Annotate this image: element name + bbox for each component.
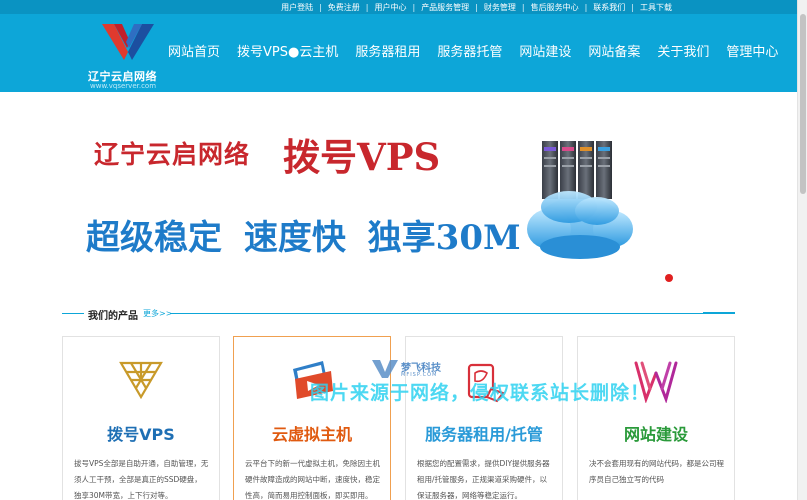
nav-item[interactable]: 网站首页 [168,41,220,60]
main-nav: 网站首页 拨号VPS●云主机 服务器租用 服务器托管 网站建设 网站备案 关于我们 管理中心 [168,41,795,60]
top-link[interactable]: 产品服务管理 [421,2,469,13]
nav-item[interactable]: 网站建设 [519,41,571,60]
product-card-vps[interactable]: 拨号VPS 拔号VPS全部是自助开通，自助管理，无须人工干预，全部是真正的SSD… [62,336,220,500]
card-title: 云虚拟主机 [271,425,352,444]
top-utility-bar: 用户登陆 | 免费注册 | 用户中心 | 产品服务管理 | 财务管理 | 售后服务中心 | 联系我们 | 工… [0,0,797,14]
banner-company: 辽宁云启网络 [94,140,251,169]
page: 用户登陆 | 免费注册 | 用户中心 | 产品服务管理 | 财务管理 | 售后服务中心 | 联系我们 | 工… [0,0,807,500]
nav-item[interactable]: 管理中心 [726,41,778,60]
top-link[interactable]: 用户中心 [374,2,406,13]
top-link-separator: | [412,2,416,12]
products-title: 我们的产品 [88,311,138,322]
card-description: 决不会套用现有的网站代码，都是公司程序员自己独立写的代码 [589,459,724,484]
product-card-cloud-host[interactable]: 云虚拟主机 云平台下的新一代虚拟主机，免除因主机硬件故障造成的网站中断，速度快，… [233,336,391,500]
page-scrollbar[interactable] [797,0,807,500]
scrollbar-thumb[interactable] [800,14,806,194]
heading-line-accent [703,312,735,314]
product-card-website[interactable]: 网站建设 决不会套用现有的网站代码，都是公司程序员自己独立写的代码 [577,336,735,500]
top-link[interactable]: 工具下载 [640,2,672,13]
carousel-indicator[interactable] [665,274,673,282]
top-links: 用户登陆 | 免费注册 | 用户中心 | 产品服务管理 | 财务管理 | 售后服务中心 | 联系我们 | 工… [281,0,672,14]
triangle-pyramid-icon [119,361,163,399]
watermark-logo-icon [372,360,398,378]
card-title: 拨号VPS [107,425,175,444]
card-title: 服务器租用/托管 [425,425,543,444]
card-description: 拔号VPS全部是自助开通，自助管理，无须人工干预，全部是真正的SSD硬盘，独享3… [74,459,209,500]
heading-line-right [170,313,735,314]
top-link-separator: | [319,2,322,12]
top-link[interactable]: 用户登陆 [281,2,313,13]
logo-v-icon [102,24,154,60]
site-logo[interactable]: 辽宁云启网络 www.vqserver.com [88,22,168,92]
heading-line-left [62,313,84,314]
nav-item[interactable]: 网站备案 [588,41,640,60]
top-link-separator: | [521,2,525,12]
cloud-server-icon [527,141,633,259]
top-link[interactable]: 财务管理 [484,2,516,13]
card-title: 网站建设 [623,425,688,444]
card-description: 云平台下的新一代虚拟主机，免除因主机硬件故障造成的网站中断，速度快，稳定性高，简… [245,459,380,500]
nav-item[interactable]: 关于我们 [657,41,709,60]
products-more-link[interactable]: 更多>> [143,308,172,319]
site-header: 辽宁云启网络 www.vqserver.com 网站首页 拨号VPS●云主机 服务器… [0,14,797,92]
nav-item[interactable]: 服务器租用 [355,41,420,60]
banner-product: 拨号VPS [283,135,441,179]
logo-url: www.vqserver.com [90,82,157,90]
nav-item[interactable]: 服务器托管 [437,41,502,60]
top-link-separator: | [475,2,478,12]
top-link[interactable]: 售后服务中心 [531,2,579,13]
nav-item[interactable]: 拨号VPS●云主机 [237,41,338,60]
top-link[interactable]: 免费注册 [328,2,360,13]
card-description: 根据您的配置需求，提供DIY提供服务器租用/托管服务，正规渠道采购硬件，以保证服… [417,459,550,500]
top-link[interactable]: 联系我们 [593,2,625,13]
hero-banner: 辽宁云启网络 拨号VPS 超级稳定 速度快 独享30M [0,92,797,295]
banner-slogan: 超级稳定 速度快 独享30M [86,218,521,258]
watermark-text: 图片来源于网络，侵权联系站长删除！ [310,382,651,404]
top-link-separator: | [365,2,369,12]
top-link-separator: | [584,2,588,12]
top-link-separator: | [631,2,634,12]
